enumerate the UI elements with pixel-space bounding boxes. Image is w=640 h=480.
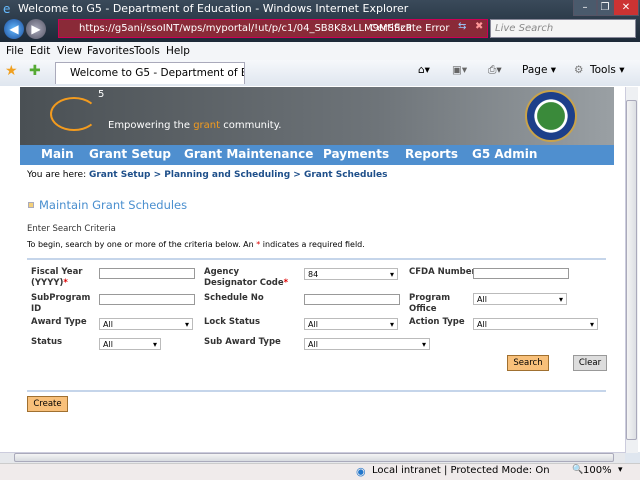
zoom-dropdown-icon[interactable]: ▾ — [618, 465, 623, 475]
tagline: Empowering the grant community. — [108, 120, 281, 131]
schedule-no-label: Schedule No — [204, 293, 264, 303]
menu-help[interactable]: Help — [166, 45, 190, 57]
cfda-input[interactable] — [473, 268, 569, 279]
action-type-select[interactable]: All — [473, 318, 598, 330]
award-type-label: Award Type — [31, 317, 87, 327]
program-office-label: Program Office — [409, 293, 451, 314]
instr-pre: To begin, search by one or more of the c… — [27, 240, 257, 249]
nav-grant-setup[interactable]: Grant Setup — [89, 147, 171, 161]
close-button[interactable]: ✕ — [613, 0, 639, 16]
nav-grant-maintenance[interactable]: Grant Maintenance — [184, 147, 313, 161]
zoom-level[interactable]: 100% — [583, 465, 612, 476]
lock-status-select[interactable]: All — [304, 318, 398, 330]
award-type-select[interactable]: All — [99, 318, 193, 330]
certificate-error[interactable]: Certificate Error — [370, 19, 450, 38]
nav-payments[interactable]: Payments — [323, 147, 389, 161]
nav-g5-admin[interactable]: G5 Admin — [472, 147, 537, 161]
section-title: Enter Search Criteria — [27, 224, 116, 234]
action-type-label: Action Type — [409, 317, 465, 327]
stop-icon[interactable]: ✖ — [475, 21, 483, 32]
ie-logo-icon: e — [3, 2, 11, 16]
breadcrumb-planning[interactable]: Planning and Scheduling — [164, 170, 290, 180]
create-button[interactable]: Create — [27, 396, 68, 412]
agency-code-select[interactable]: 84 — [304, 268, 398, 280]
menu-favorites[interactable]: Favorites — [87, 45, 134, 57]
subprogram-input[interactable] — [99, 294, 195, 305]
g5-logo-superscript: 5 — [98, 89, 105, 100]
cfda-label: CFDA Number — [409, 267, 476, 277]
department-seal — [525, 90, 577, 142]
gear-icon: ⚙ — [574, 64, 584, 76]
schedule-no-input[interactable] — [304, 294, 400, 305]
feeds-icon[interactable]: ▣▾ — [452, 64, 467, 76]
divider — [27, 258, 606, 260]
back-button[interactable]: ◀ — [4, 19, 24, 39]
breadcrumb-sep: > — [290, 170, 304, 180]
search-button[interactable]: Search — [507, 355, 549, 371]
tagline-accent: grant — [193, 120, 221, 131]
fiscal-year-input[interactable] — [99, 268, 195, 279]
restore-button[interactable]: ❐ — [597, 0, 613, 16]
forward-button[interactable]: ▶ — [26, 19, 46, 39]
lock-status-label: Lock Status — [204, 317, 261, 327]
refresh-icon[interactable]: ⇆ — [458, 21, 466, 32]
zoom-icon: 🔍 — [572, 465, 584, 475]
add-favorite-icon[interactable]: ✚ — [29, 63, 41, 79]
minimize-button[interactable]: – — [573, 0, 597, 16]
horizontal-scroll-thumb[interactable] — [14, 453, 614, 462]
fiscal-year-label: Fiscal Year (YYYY)* — [31, 267, 83, 288]
g5-logo — [50, 97, 98, 131]
menu-file[interactable]: File — [6, 45, 24, 57]
sub-award-type-select[interactable]: All — [304, 338, 430, 350]
home-icon[interactable]: ⌂▾ — [418, 64, 430, 76]
tagline-post: community. — [220, 120, 282, 131]
breadcrumb-grant-schedules[interactable]: Grant Schedules — [304, 170, 387, 180]
window-title: Welcome to G5 - Department of Education … — [18, 2, 409, 15]
security-zone[interactable]: Local intranet | Protected Mode: On — [372, 465, 550, 476]
instructions: To begin, search by one or more of the c… — [27, 240, 365, 249]
page-menu[interactable]: Page ▾ — [522, 64, 556, 76]
heading-icon — [28, 202, 34, 208]
breadcrumb: You are here: Grant Setup > Planning and… — [27, 170, 387, 180]
sub-award-type-label: Sub Award Type — [204, 337, 281, 347]
subprogram-label: SubProgram ID — [31, 293, 91, 314]
g5-banner: 5 Empowering the grant community. — [20, 87, 614, 145]
breadcrumb-prefix: You are here: — [27, 170, 89, 180]
search-input[interactable]: Live Search — [490, 19, 636, 38]
tools-menu[interactable]: Tools ▾ — [590, 64, 624, 76]
tagline-pre: Empowering the — [108, 120, 194, 131]
globe-icon: ◉ — [356, 465, 366, 478]
instr-post: indicates a required field. — [260, 240, 365, 249]
browser-tab[interactable]: Welcome to G5 - Department of Educa... — [55, 62, 245, 84]
breadcrumb-sep: > — [150, 170, 165, 180]
status-select[interactable]: All — [99, 338, 161, 350]
status-label: Status — [31, 337, 63, 347]
page-title: Maintain Grant Schedules — [39, 198, 188, 212]
breadcrumb-grant-setup[interactable]: Grant Setup — [89, 170, 150, 180]
vertical-scroll-thumb[interactable] — [626, 100, 637, 440]
clear-button[interactable]: Clear — [573, 355, 607, 371]
agency-code-label: Agency Designator Code* — [204, 267, 289, 288]
favorites-star-icon[interactable]: ★ — [5, 63, 18, 79]
divider — [27, 390, 606, 392]
menu-edit[interactable]: Edit — [30, 45, 50, 57]
print-icon[interactable]: ⎙▾ — [488, 64, 502, 77]
menu-tools[interactable]: Tools — [134, 45, 160, 57]
program-office-select[interactable]: All — [473, 293, 567, 305]
nav-main[interactable]: Main — [41, 147, 74, 161]
nav-reports[interactable]: Reports — [405, 147, 458, 161]
menu-view[interactable]: View — [57, 45, 82, 57]
